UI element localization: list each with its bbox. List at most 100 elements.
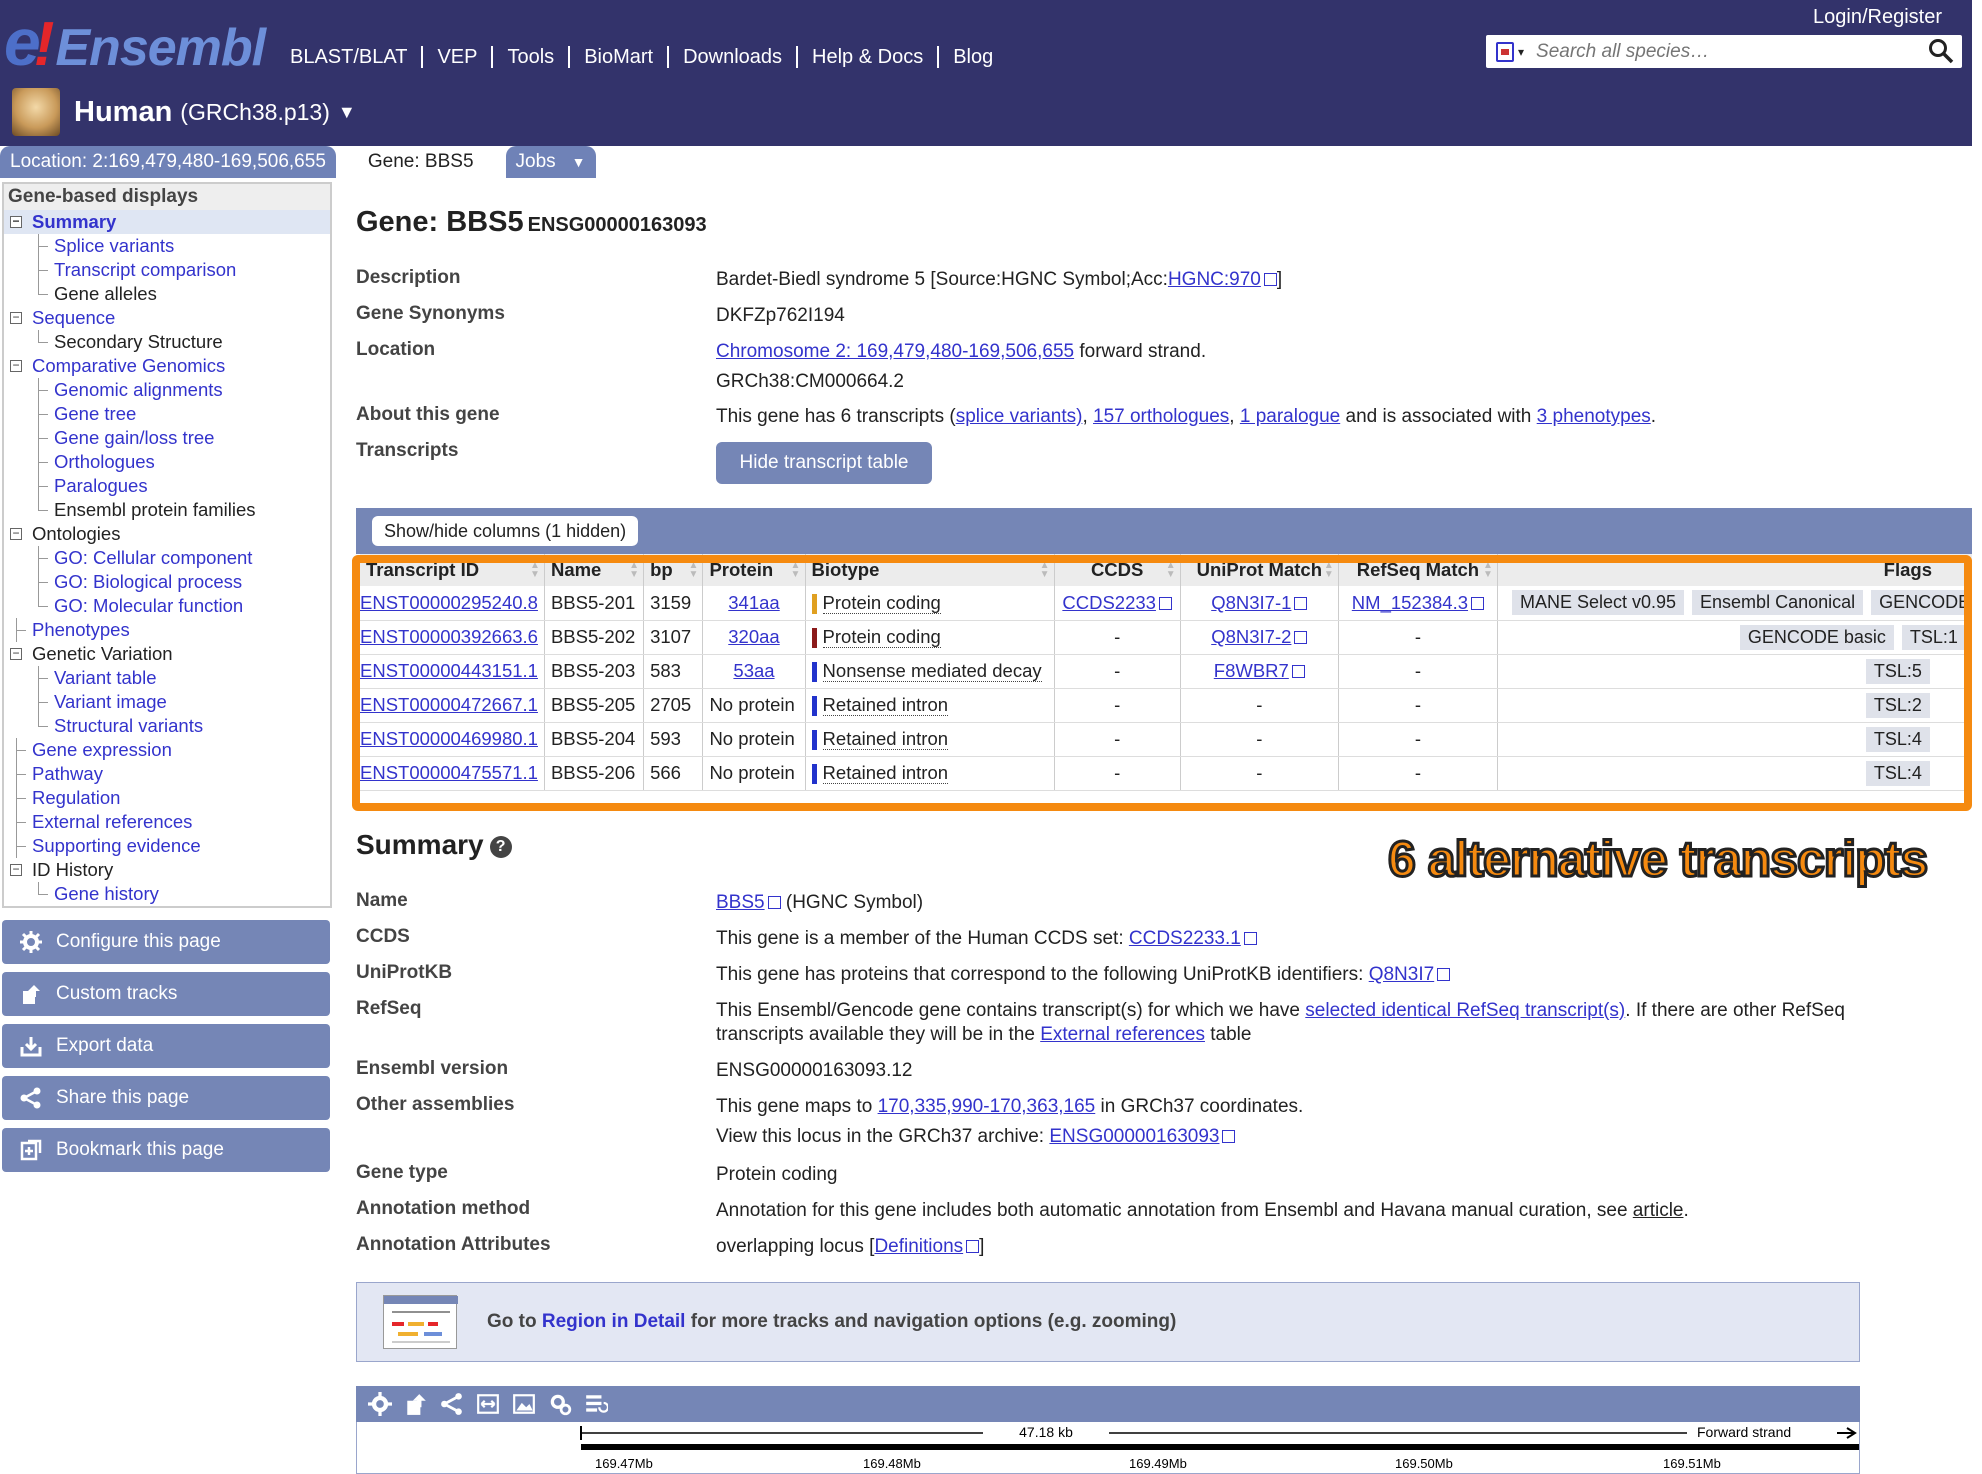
collapse-toggle-icon[interactable]: − (10, 215, 22, 228)
transcript-id-link[interactable]: ENST00000443151.1 (360, 660, 538, 681)
grch37-archive-link[interactable]: ENSG00000163093 (1049, 1126, 1219, 1147)
search-icon[interactable] (1928, 38, 1954, 64)
nav-blast[interactable]: BLAST/BLAT (288, 46, 421, 68)
share-page-button[interactable]: Share this page (2, 1076, 330, 1120)
sidebar-item[interactable]: Orthologues (4, 450, 330, 474)
refseq-transcripts-link[interactable]: selected identical RefSeq transcript(s) (1305, 1000, 1625, 1021)
sidebar-item[interactable]: Transcript comparison (4, 258, 330, 282)
region-thumbnail-icon[interactable] (383, 1295, 458, 1349)
splice-variants-link[interactable]: splice variants) (956, 406, 1083, 427)
help-icon[interactable]: ? (489, 836, 512, 858)
collapse-toggle-icon[interactable]: − (10, 527, 22, 540)
external-references-link[interactable]: External references (1040, 1024, 1205, 1045)
gear-icon[interactable] (366, 1390, 394, 1418)
transcript-id-link[interactable]: ENST00000475571.1 (360, 762, 538, 783)
export-data-button[interactable]: Export data (2, 1024, 330, 1068)
transcript-id-link[interactable]: ENST00000392663.6 (360, 626, 538, 647)
upload-icon[interactable] (402, 1390, 430, 1418)
sidebar-item[interactable]: Regulation (4, 786, 330, 810)
col-transcript-id[interactable]: Transcript ID ▲ ▼ (360, 554, 545, 586)
sidebar-item[interactable]: External references (4, 810, 330, 834)
protein-link[interactable]: 53aa (733, 660, 774, 681)
custom-tracks-button[interactable]: Custom tracks (2, 972, 330, 1016)
sidebar-item[interactable]: Gene gain/loss tree (4, 426, 330, 450)
sidebar-item[interactable]: Genomic alignments (4, 378, 330, 402)
sidebar-item[interactable]: − Summary (4, 210, 330, 234)
species-assembly[interactable]: (GRCh38.p13) (180, 99, 330, 126)
col-ccds[interactable]: CCDS ▲ ▼ (1054, 554, 1181, 586)
sidebar-item[interactable]: − Sequence (4, 306, 330, 330)
article-link[interactable]: article (1633, 1200, 1684, 1221)
hide-transcript-table-button[interactable]: Hide transcript table (716, 442, 932, 484)
ensembl-logo[interactable]: e!Ensembl (4, 4, 266, 79)
uniprot-link[interactable]: Q8N3I7 (1369, 964, 1434, 985)
transcript-id-link[interactable]: ENST00000469980.1 (360, 728, 538, 749)
col-name[interactable]: Name ▲ ▼ (544, 554, 645, 586)
sidebar-item[interactable]: Gene history (4, 882, 330, 906)
sidebar-item[interactable]: Gene alleles (4, 282, 330, 306)
nav-biomart[interactable]: BioMart (568, 46, 667, 68)
nav-blog[interactable]: Blog (937, 46, 1007, 68)
collapse-toggle-icon[interactable]: − (10, 359, 22, 372)
login-register-link[interactable]: Login/Register (1813, 6, 1942, 29)
chromosome-location-link[interactable]: Chromosome 2: 169,479,480-169,506,655 (716, 341, 1074, 362)
nav-tools[interactable]: Tools (491, 46, 568, 68)
sidebar-item[interactable]: Ensembl protein families (4, 498, 330, 522)
sidebar-item[interactable]: GO: Biological process (4, 570, 330, 594)
region-in-detail-link[interactable]: Region in Detail (542, 1311, 686, 1332)
configure-page-button[interactable]: Configure this page (2, 920, 330, 964)
col-biotype[interactable]: Biotype ▲ ▼ (805, 554, 1055, 586)
share-icon[interactable] (438, 1390, 466, 1418)
image-export-icon[interactable] (510, 1390, 538, 1418)
sidebar-item[interactable]: − ID History (4, 858, 330, 882)
sidebar-item[interactable]: Gene tree (4, 402, 330, 426)
species-selector-icon[interactable] (1496, 41, 1514, 62)
sidebar-item[interactable]: Splice variants (4, 234, 330, 258)
species-name[interactable]: Human (74, 96, 172, 129)
bookmark-page-button[interactable]: Bookmark this page (2, 1128, 330, 1172)
protein-link[interactable]: 320aa (728, 626, 779, 647)
sidebar-item[interactable]: Variant table (4, 666, 330, 690)
sidebar-item[interactable]: − Comparative Genomics (4, 354, 330, 378)
reset-tracks-icon[interactable] (582, 1390, 610, 1418)
hgnc-link[interactable]: HGNC:970 (1168, 269, 1261, 290)
orthologues-link[interactable]: 157 orthologues (1093, 406, 1229, 427)
sidebar-item[interactable]: Structural variants (4, 714, 330, 738)
uniprot-link[interactable]: Q8N3I7-1 (1211, 592, 1291, 613)
collapse-toggle-icon[interactable]: − (10, 863, 22, 876)
nav-vep[interactable]: VEP (421, 46, 491, 68)
refseq-link[interactable]: NM_152384.3 (1352, 592, 1468, 613)
definitions-link[interactable]: Definitions (874, 1236, 963, 1257)
phenotypes-link[interactable]: 3 phenotypes (1537, 406, 1651, 427)
tab-location[interactable]: Location: 2:169,479,480-169,506,655 (0, 146, 336, 178)
tab-jobs[interactable]: Jobs ▼ (505, 146, 596, 178)
sidebar-item[interactable]: − Genetic Variation (4, 642, 330, 666)
sidebar-item[interactable]: Gene expression (4, 738, 330, 762)
sidebar-item[interactable]: Pathway (4, 762, 330, 786)
col-bp[interactable]: bp ▲ ▼ (643, 554, 704, 586)
ccds-link[interactable]: CCDS2233 (1062, 592, 1156, 613)
uniprot-link[interactable]: Q8N3I7-2 (1211, 626, 1291, 647)
reset-config-icon[interactable] (546, 1390, 574, 1418)
col-refseq[interactable]: RefSeq Match ▲ ▼ (1338, 554, 1498, 586)
nav-downloads[interactable]: Downloads (667, 46, 796, 68)
sidebar-item[interactable]: Paralogues (4, 474, 330, 498)
transcript-id-link[interactable]: ENST00000295240.8 (360, 592, 538, 613)
collapse-toggle-icon[interactable]: − (10, 647, 22, 660)
grch37-coordinates-link[interactable]: 170,335,990-170,363,165 (878, 1096, 1096, 1117)
col-flags[interactable]: Flags (1497, 554, 1972, 586)
sidebar-item[interactable]: − Ontologies (4, 522, 330, 546)
tab-gene[interactable]: Gene: BBS5 (357, 146, 484, 178)
gene-region-image[interactable]: 47.18 kb Forward strand 169.47Mb 169.48M… (356, 1422, 1860, 1474)
collapse-toggle-icon[interactable]: − (10, 311, 22, 324)
sidebar-item[interactable]: Supporting evidence (4, 834, 330, 858)
sidebar-item[interactable]: Phenotypes (4, 618, 330, 642)
col-uniprot[interactable]: UniProt Match ▲ ▼ (1180, 554, 1339, 586)
sidebar-item[interactable]: Variant image (4, 690, 330, 714)
hgnc-symbol-link[interactable]: BBS5 (716, 892, 765, 913)
uniprot-link[interactable]: F8WBR7 (1214, 660, 1289, 681)
species-dropdown-icon[interactable]: ▼ (338, 102, 356, 123)
ccds-link[interactable]: CCDS2233.1 (1129, 928, 1241, 949)
resize-icon[interactable] (474, 1390, 502, 1418)
search-input[interactable] (1536, 40, 1917, 63)
